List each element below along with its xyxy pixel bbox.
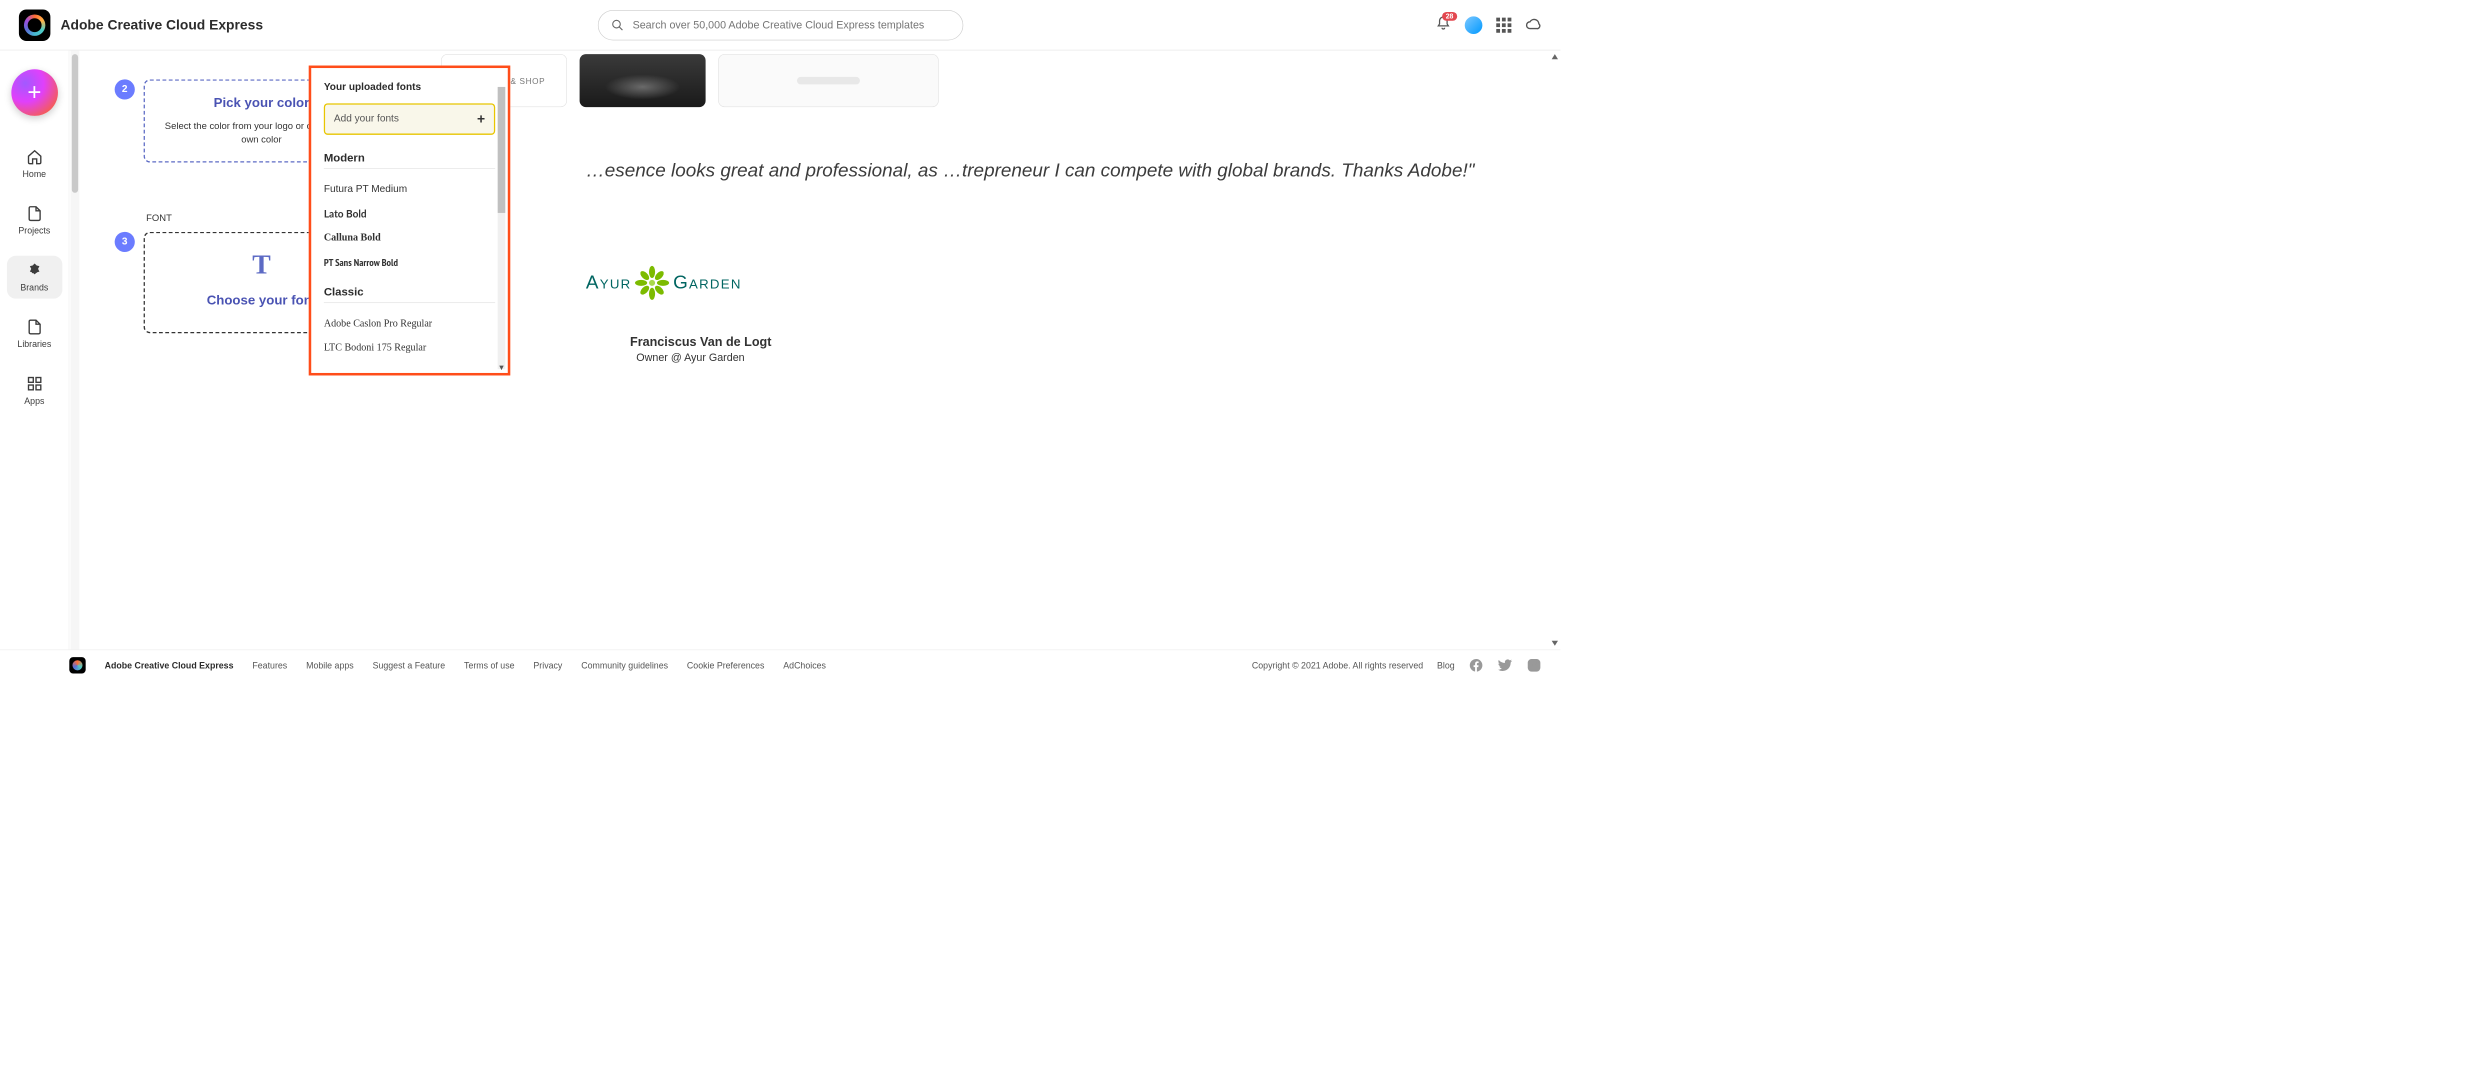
step-3-badge: 3 (115, 232, 135, 252)
template-placeholder[interactable] (718, 54, 939, 107)
brand-left: Ayur (586, 272, 632, 293)
avatar[interactable] (1465, 16, 1483, 34)
search-icon (611, 18, 624, 32)
popover-scrollbar[interactable] (498, 87, 506, 369)
search-input[interactable] (633, 19, 950, 32)
app-switcher-icon[interactable] (1496, 17, 1511, 32)
nav-label: Projects (18, 226, 50, 236)
nav-libraries[interactable]: Libraries (7, 312, 62, 355)
footer-link[interactable]: Cookie Preferences (687, 660, 764, 670)
app-logo[interactable] (19, 9, 51, 40)
leaf-icon (634, 265, 671, 302)
font-picker-popover: Your uploaded fonts Add your fonts + Mod… (309, 66, 511, 376)
nav-brands[interactable]: B Brands (7, 256, 62, 299)
file-icon (26, 205, 42, 221)
app-header: Adobe Creative Cloud Express 28 (0, 0, 1561, 50)
plus-icon: + (477, 111, 485, 127)
brand-icon: B (26, 262, 42, 278)
footer-link[interactable]: Privacy (533, 660, 562, 670)
font-section-classic: Classic (324, 285, 495, 303)
footer-link[interactable]: Mobile apps (306, 660, 354, 670)
footer-copyright: Copyright © 2021 Adobe. All rights reser… (1252, 660, 1423, 670)
footer-logo[interactable] (69, 657, 85, 673)
footer-link[interactable]: Suggest a Feature (373, 660, 446, 670)
font-section-label: FONT (146, 213, 172, 224)
notification-badge: 28 (1442, 12, 1457, 21)
font-option[interactable]: Futura PT Medium (324, 178, 495, 202)
apps-icon (26, 375, 42, 391)
nav-label: Libraries (17, 339, 51, 349)
font-option[interactable]: Calluna Bold (324, 226, 495, 250)
uploaded-fonts-heading: Your uploaded fonts (324, 82, 495, 93)
nav-projects[interactable]: Projects (7, 199, 62, 242)
scroll-down-icon[interactable]: ▼ (498, 363, 505, 372)
library-icon (26, 319, 42, 335)
search-input-wrap[interactable] (598, 10, 963, 40)
nav-label: Home (23, 169, 47, 179)
ayur-garden-logo: Ayur Garden (586, 265, 742, 302)
footer-link[interactable]: Terms of use (464, 660, 514, 670)
testimonial-quote: …esence looks great and professional, as… (586, 156, 1535, 184)
add-fonts-label: Add your fonts (334, 113, 399, 124)
brand-right: Garden (673, 272, 742, 293)
svg-text:B: B (32, 267, 37, 274)
font-option[interactable]: PT Sans Narrow Bold (324, 250, 495, 275)
font-option[interactable]: Adobe Caslon Pro Regular (324, 312, 495, 336)
notifications-button[interactable]: 28 (1436, 16, 1451, 34)
facebook-icon[interactable] (1469, 657, 1484, 672)
create-new-fab[interactable]: + (11, 69, 58, 116)
testimonial-title: Owner @ Ayur Garden (636, 352, 744, 365)
instagram-icon[interactable] (1526, 657, 1541, 672)
footer-app-name: Adobe Creative Cloud Express (105, 660, 234, 670)
font-option[interactable]: LTC Bodoni 175 Regular (324, 336, 495, 360)
twitter-icon[interactable] (1498, 657, 1513, 672)
footer-link[interactable]: AdChoices (783, 660, 826, 670)
main-scrollbar[interactable] (1549, 54, 1559, 646)
template-dark-scene[interactable] (580, 54, 706, 107)
nav-apps[interactable]: Apps (7, 369, 62, 412)
nav-label: Apps (24, 396, 44, 406)
font-section-modern: Modern (324, 151, 495, 169)
footer-blog-link[interactable]: Blog (1437, 660, 1455, 670)
footer-link[interactable]: Community guidelines (581, 660, 668, 670)
font-option[interactable]: Lato Bold (324, 202, 495, 227)
creative-cloud-icon[interactable] (1525, 17, 1541, 33)
left-nav-rail: + Home Projects B Brands Libraries Apps (0, 50, 69, 649)
rail-scrollbar[interactable] (71, 50, 80, 649)
main-content: SWIPE UP & SHOP 2 Pick your color Select… (82, 50, 1561, 649)
footer-link[interactable]: Features (252, 660, 287, 670)
template-thumbnails: SWIPE UP & SHOP (441, 54, 939, 107)
testimonial-name: Franciscus Van de Logt (630, 335, 771, 349)
step-2-badge: 2 (115, 79, 135, 99)
nav-home[interactable]: Home (7, 142, 62, 185)
add-your-fonts-button[interactable]: Add your fonts + (324, 103, 495, 134)
page-footer: Adobe Creative Cloud Express Features Mo… (0, 650, 1561, 680)
home-icon (26, 149, 42, 165)
nav-label: Brands (20, 282, 48, 292)
app-title: Adobe Creative Cloud Express (60, 17, 263, 33)
